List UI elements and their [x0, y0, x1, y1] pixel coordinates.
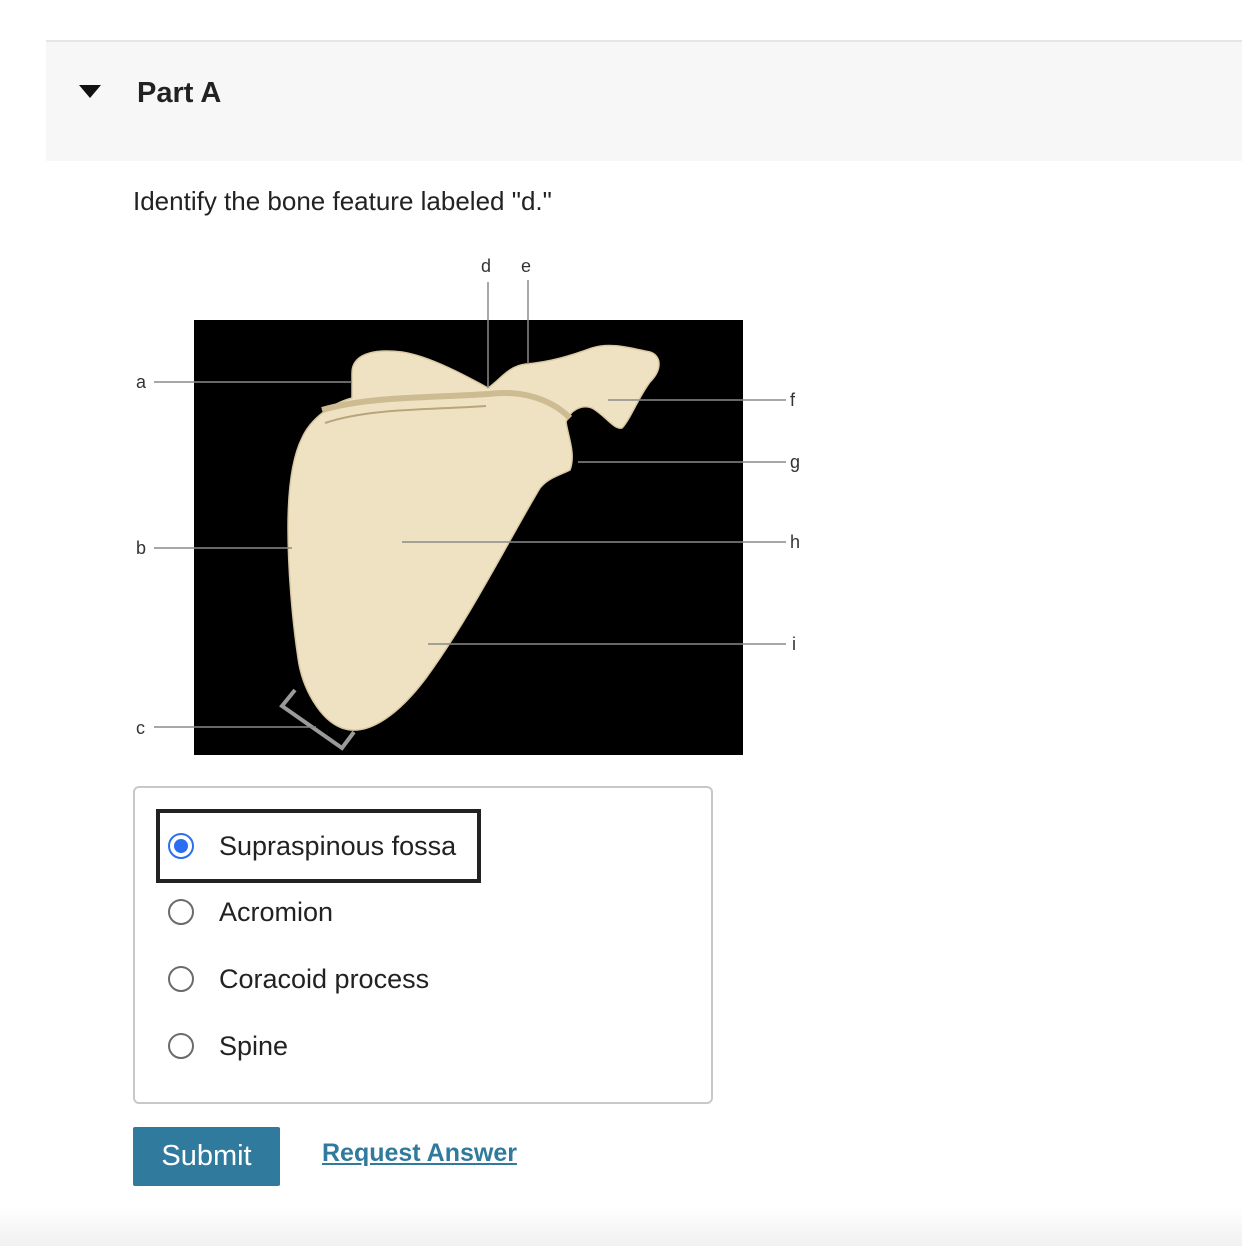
label-h: h: [790, 532, 800, 552]
label-g: g: [790, 452, 800, 472]
label-b: b: [136, 538, 146, 558]
choice-coracoid-process[interactable]: Coracoid process: [135, 954, 455, 1004]
label-e: e: [521, 256, 531, 276]
choice-spine[interactable]: Spine: [135, 1021, 395, 1071]
radio-selected-icon[interactable]: [168, 833, 194, 859]
radio-icon[interactable]: [168, 1033, 194, 1059]
collapse-caret-icon[interactable]: [79, 85, 101, 98]
answer-choices: Supraspinous fossa Acromion Coracoid pro…: [133, 786, 713, 1104]
question-prompt: Identify the bone feature labeled "d.": [133, 186, 552, 216]
choice-acromion[interactable]: Acromion: [135, 887, 435, 937]
choice-label: Supraspinous fossa: [219, 830, 457, 861]
radio-icon[interactable]: [168, 899, 194, 925]
label-c: c: [136, 718, 145, 738]
bottom-shade: [0, 1206, 1242, 1246]
label-f: f: [790, 390, 796, 410]
radio-icon[interactable]: [168, 966, 194, 992]
part-header[interactable]: Part A: [46, 42, 1242, 161]
scapula-figure: a b c d e f g h i: [130, 248, 810, 758]
submit-button[interactable]: Submit: [133, 1127, 280, 1186]
label-i: i: [792, 634, 796, 654]
label-d: d: [481, 256, 491, 276]
choice-supraspinous-fossa[interactable]: Supraspinous fossa: [135, 821, 475, 871]
choice-label: Coracoid process: [219, 963, 430, 994]
part-title: Part A: [137, 77, 222, 109]
choice-label: Spine: [219, 1030, 289, 1061]
choice-label: Acromion: [219, 896, 334, 927]
request-answer-link[interactable]: Request Answer: [322, 1139, 517, 1168]
label-a: a: [136, 372, 147, 392]
